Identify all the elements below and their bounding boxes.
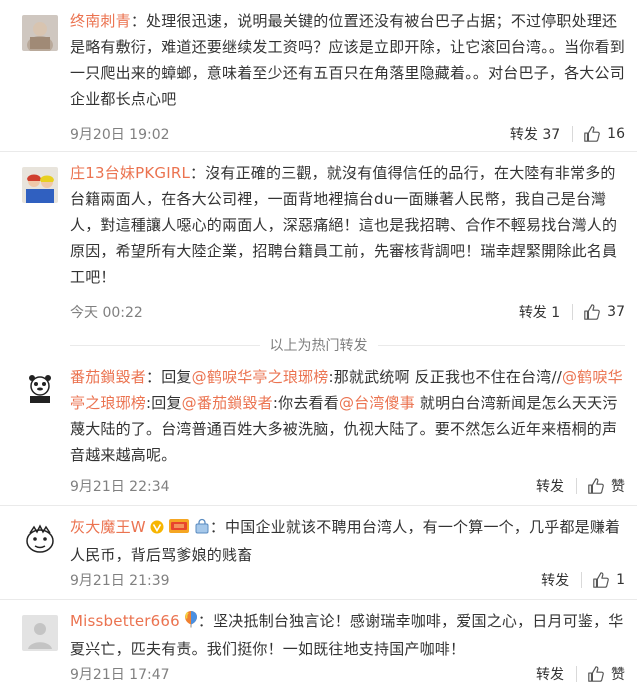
like-label: 赞 bbox=[611, 479, 625, 495]
repost-button[interactable]: 转发 1 bbox=[519, 302, 560, 322]
user-mention-link[interactable]: @鹤唳华亭之琅琊榜 bbox=[192, 368, 329, 386]
user-name[interactable]: 庄13台妹PKGIRL bbox=[70, 164, 190, 182]
avatar[interactable] bbox=[22, 15, 58, 51]
comment-text: ：沒有正確的三觀，就沒有值得信任的品行，在大陸有非常多的台籍兩面人，在各大公司裡… bbox=[70, 164, 618, 286]
user-name[interactable]: 番茄鎖毀者 bbox=[70, 368, 146, 386]
user-name[interactable]: 灰大魔王W bbox=[70, 518, 146, 536]
thumbs-up-icon bbox=[588, 478, 604, 494]
repost-text: ：回复@鹤唳华亭之琅琊榜:那就武统啊 反正我也不住在台湾//@鹤唳华亭之琅琊榜:… bbox=[70, 368, 623, 464]
divider bbox=[572, 304, 574, 320]
comment-meta: 9月20日 19:02 转发 37 16 bbox=[70, 122, 625, 146]
user-name[interactable]: Missbetter666 bbox=[70, 612, 180, 630]
comment-content: 终南刺青：处理很迅速，说明最关键的位置还没有被台巴子占据；不过停职处理还是略有敷… bbox=[70, 8, 625, 112]
comment-item: 庄13台妹PKGIRL：沒有正確的三觀，就沒有值得信任的品行，在大陸有非常多的台… bbox=[0, 152, 637, 332]
like-button[interactable]: 赞 bbox=[587, 664, 625, 684]
v-badge-icon bbox=[150, 516, 164, 542]
thumbs-up-icon bbox=[588, 666, 604, 682]
avatar[interactable] bbox=[22, 615, 58, 651]
repost-button[interactable]: 转发 bbox=[541, 570, 569, 590]
like-count: 1 bbox=[616, 572, 625, 588]
thumbs-up-icon bbox=[584, 126, 601, 142]
repost-item: 番茄鎖毀者：回复@鹤唳华亭之琅琊榜:那就武统啊 反正我也不住在台湾//@鹤唳华亭… bbox=[0, 356, 637, 506]
repost-actions: 转发 赞 bbox=[536, 474, 625, 498]
avatar[interactable] bbox=[22, 167, 58, 203]
like-button[interactable]: 37 bbox=[583, 303, 625, 321]
repost-meta: 9月21日 17:47 转发 赞 bbox=[70, 662, 625, 686]
user-mention-link[interactable]: @台湾傻事 bbox=[339, 394, 415, 412]
repost-item: Missbetter666 ：坚决抵制台独言论！感谢瑞幸咖啡，爱国之心，日月可鉴，… bbox=[0, 600, 637, 689]
timestamp: 9月21日 21:39 bbox=[70, 573, 170, 589]
repost-meta: 9月21日 21:39 转发 1 bbox=[70, 568, 625, 592]
repost-actions: 转发 1 bbox=[541, 568, 625, 592]
repost-meta: 9月21日 22:34 转发 赞 bbox=[70, 474, 625, 498]
comment-item: 终南刺青：处理很迅速，说明最关键的位置还没有被台巴子占据；不过停职处理还是略有敷… bbox=[0, 0, 637, 152]
repost-text-segment: :回复 bbox=[146, 394, 182, 412]
divider bbox=[576, 478, 577, 494]
repost-item: 灰大魔王W ：中国企业就该不聘用台湾人，有一个算一个，几乎都是赚着人民币，背后骂爹… bbox=[0, 506, 637, 600]
avatar[interactable] bbox=[22, 521, 58, 557]
repost-button[interactable]: 转发 bbox=[536, 476, 564, 496]
member-badge-icon bbox=[194, 516, 210, 542]
divider bbox=[572, 126, 574, 142]
repost-text-segment: :那就武统啊 反正我也不住在台湾// bbox=[328, 368, 562, 386]
timestamp: 9月20日 19:02 bbox=[70, 127, 170, 143]
user-mention-link[interactable]: @番茄鎖毀者 bbox=[182, 394, 273, 412]
comment-actions: 转发 1 37 bbox=[519, 300, 625, 324]
repost-text-segment: :你去看看 bbox=[272, 394, 339, 412]
timestamp: 9月21日 22:34 bbox=[70, 479, 170, 495]
repost-content: Missbetter666 ：坚决抵制台独言论！感谢瑞幸咖啡，爱国之心，日月可鉴，… bbox=[70, 608, 625, 662]
like-count: 37 bbox=[607, 304, 625, 320]
like-label: 赞 bbox=[611, 667, 625, 683]
thumbs-up-icon bbox=[584, 304, 601, 320]
repost-text-segment: ：回复 bbox=[146, 368, 192, 386]
like-button[interactable]: 赞 bbox=[587, 476, 625, 496]
repost-content: 番茄鎖毀者：回复@鹤唳华亭之琅琊榜:那就武统啊 反正我也不住在台湾//@鹤唳华亭… bbox=[70, 364, 625, 468]
comment-text: ：处理很迅速，说明最关键的位置还没有被台巴子占据；不过停职处理还是略有敷衍，难道… bbox=[70, 12, 625, 108]
comment-actions: 转发 37 16 bbox=[510, 122, 625, 146]
member-badge-icon bbox=[168, 516, 190, 542]
timestamp: 今天 00:22 bbox=[70, 305, 143, 321]
timestamp: 9月21日 17:47 bbox=[70, 667, 170, 683]
divider bbox=[576, 666, 577, 682]
repost-button[interactable]: 转发 37 bbox=[510, 124, 560, 144]
hot-reposts-divider: 以上为热门转发 bbox=[0, 334, 637, 356]
user-name[interactable]: 终南刺青 bbox=[70, 12, 131, 30]
like-button[interactable]: 16 bbox=[583, 125, 625, 143]
balloon-icon bbox=[184, 610, 198, 636]
like-count: 16 bbox=[607, 126, 625, 142]
divider bbox=[581, 572, 583, 588]
comment-meta: 今天 00:22 转发 1 37 bbox=[70, 300, 625, 324]
hot-divider-label: 以上为热门转发 bbox=[0, 335, 637, 355]
repost-actions: 转发 赞 bbox=[536, 662, 625, 686]
comment-content: 庄13台妹PKGIRL：沒有正確的三觀，就沒有值得信任的品行，在大陸有非常多的台… bbox=[70, 160, 625, 290]
repost-content: 灰大魔王W ：中国企业就该不聘用台湾人，有一个算一个，几乎都是赚着人民币，背后骂爹… bbox=[70, 514, 625, 568]
avatar[interactable] bbox=[22, 371, 58, 407]
like-button[interactable]: 1 bbox=[592, 571, 625, 589]
repost-button[interactable]: 转发 bbox=[536, 664, 564, 684]
thumbs-up-icon bbox=[593, 572, 609, 588]
